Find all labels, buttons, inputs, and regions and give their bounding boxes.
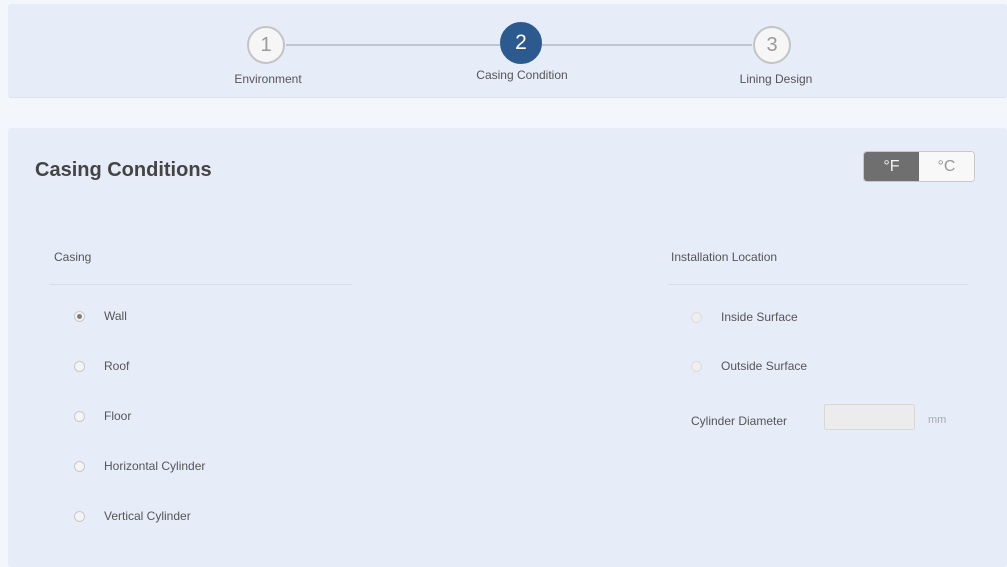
step-3-label[interactable]: Lining Design: [740, 72, 813, 86]
radio-icon[interactable]: [691, 360, 702, 372]
step-2-circle[interactable]: 2: [500, 22, 542, 64]
app-frame: 1 2 3 Environment Casing Condition Linin…: [0, 0, 1007, 567]
temperature-unit-toggle: °F °C: [863, 151, 975, 182]
radio-label: Roof: [104, 359, 130, 373]
casing-option-vertical-cylinder[interactable]: Vertical Cylinder: [74, 509, 191, 523]
installation-option-outside-surface[interactable]: Outside Surface: [691, 359, 807, 373]
casing-option-horizontal-cylinder[interactable]: Horizontal Cylinder: [74, 459, 205, 473]
radio-icon[interactable]: [74, 310, 85, 322]
radio-icon[interactable]: [74, 360, 85, 372]
celsius-button[interactable]: °C: [919, 152, 974, 181]
step-2-label[interactable]: Casing Condition: [476, 68, 567, 82]
casing-option-wall[interactable]: Wall: [74, 309, 127, 323]
page-title: Casing Conditions: [35, 159, 212, 181]
casing-option-roof[interactable]: Roof: [74, 359, 129, 373]
radio-label: Inside Surface: [721, 310, 798, 324]
wizard-stepper: 1 2 3 Environment Casing Condition Linin…: [8, 4, 1007, 98]
casing-option-floor[interactable]: Floor: [74, 409, 131, 423]
radio-icon[interactable]: [691, 311, 702, 323]
cylinder-diameter-label: Cylinder Diameter: [691, 414, 788, 428]
radio-label: Outside Surface: [721, 359, 808, 373]
step-connector-1-2: [286, 44, 500, 46]
installation-section-label: Installation Location: [671, 250, 778, 264]
radio-icon[interactable]: [74, 510, 85, 522]
installation-option-inside-surface[interactable]: Inside Surface: [691, 310, 798, 324]
step-1-circle[interactable]: 1: [247, 26, 285, 64]
radio-label: Floor: [104, 409, 132, 423]
installation-divider: [668, 284, 968, 285]
casing-conditions-panel: Casing Conditions °F °C Casing Wall Roof…: [8, 128, 1007, 567]
step-3-circle[interactable]: 3: [753, 26, 791, 64]
radio-label: Horizontal Cylinder: [104, 459, 206, 473]
radio-label: Wall: [104, 309, 127, 323]
casing-divider: [50, 284, 352, 285]
radio-label: Vertical Cylinder: [104, 509, 191, 523]
step-connector-2-3: [542, 44, 752, 46]
casing-section-label: Casing: [54, 250, 92, 264]
radio-icon[interactable]: [74, 410, 85, 422]
fahrenheit-button[interactable]: °F: [864, 152, 919, 181]
step-1-label[interactable]: Environment: [234, 72, 301, 86]
radio-icon[interactable]: [74, 460, 85, 472]
cylinder-diameter-unit: mm: [928, 414, 947, 426]
cylinder-diameter-input[interactable]: [824, 404, 915, 430]
